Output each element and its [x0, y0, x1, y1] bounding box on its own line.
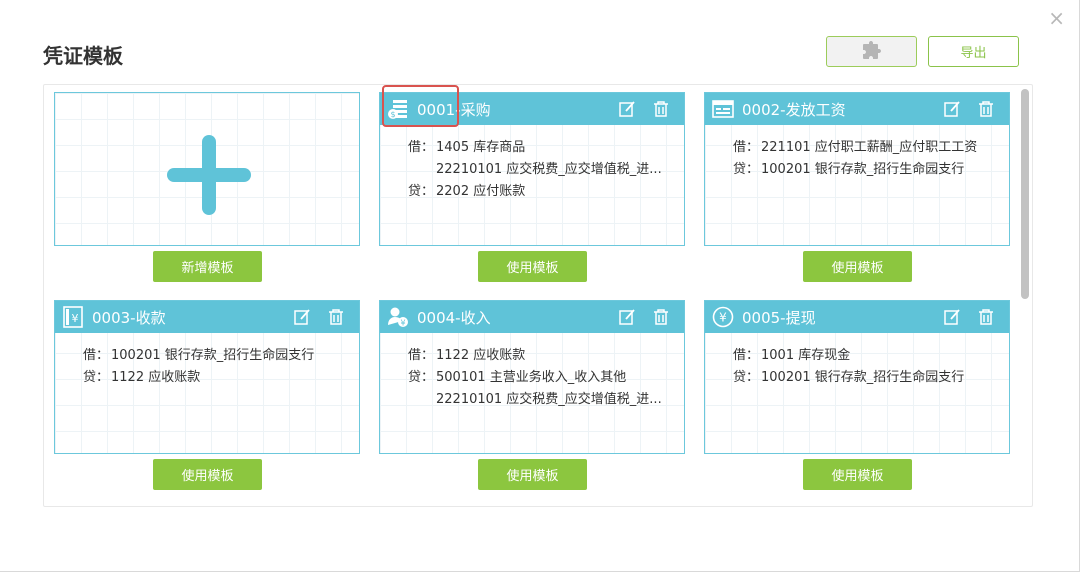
entry-label: 借：	[408, 140, 435, 155]
entry-label	[408, 159, 436, 181]
entry-line: 借： 1122 应收账款	[408, 345, 674, 367]
entry-text: 100201 银行存款_招行生命园支行	[761, 162, 965, 177]
entry-line: 贷： 2202 应付账款	[408, 181, 674, 203]
use-template-button[interactable]: 使用模板	[478, 459, 587, 490]
plugin-button[interactable]	[826, 36, 917, 67]
template-name[interactable]: 0002-发放工资	[742, 99, 941, 120]
edit-icon[interactable]	[616, 306, 638, 328]
delete-icon[interactable]	[650, 306, 672, 328]
entry-line: 借： 100201 银行存款_招行生命园支行	[83, 345, 349, 367]
delete-icon[interactable]	[975, 306, 997, 328]
entry-text: 1001 库存现金	[761, 348, 851, 363]
delete-icon[interactable]	[650, 98, 672, 120]
entry-text: 221101 应付职工薪酬_应付职工工资	[761, 140, 978, 155]
entry-label: 贷：	[408, 370, 435, 385]
highlight-box	[382, 85, 459, 127]
template-card-header: ¥ 0003-收款	[55, 301, 359, 333]
use-template-button[interactable]: 使用模板	[803, 251, 912, 282]
template-entries: 借： 1001 库存现金 贷： 100201 银行存款_招行生命园支行	[733, 345, 999, 389]
template-entries: 借： 100201 银行存款_招行生命园支行 贷： 1122 应收账款	[83, 345, 349, 389]
entry-label: 借：	[83, 348, 110, 363]
voucher-template-dialog: × 凭证模板 导出 新增模板 $ 0001-采购 借： 1405 库存商品 22…	[0, 0, 1080, 572]
template-card: ¥ 0003-收款 借： 100201 银行存款_招行生命园支行 贷： 1122 应…	[54, 300, 360, 454]
delete-icon[interactable]	[325, 306, 347, 328]
entry-line: 贷： 1122 应收账款	[83, 367, 349, 389]
svg-text:¥: ¥	[72, 312, 79, 325]
edit-icon[interactable]	[941, 306, 963, 328]
plus-icon-bar	[167, 168, 251, 182]
entry-text: 500101 主营业务收入_收入其他	[436, 370, 627, 385]
entry-text: 2202 应付账款	[436, 184, 526, 199]
entry-label	[408, 389, 436, 411]
template-card-header: ¥ 0004-收入	[380, 301, 684, 333]
entry-label: 借：	[733, 348, 760, 363]
template-card-header: 0002-发放工资	[705, 93, 1009, 125]
template-name[interactable]: 0003-收款	[92, 307, 291, 328]
scrollbar-track[interactable]	[1021, 85, 1029, 506]
puzzle-icon	[862, 40, 881, 59]
edit-icon[interactable]	[291, 306, 313, 328]
svg-text:¥: ¥	[719, 311, 727, 325]
template-name[interactable]: 0004-收入	[417, 307, 616, 328]
entry-text: 100201 银行存款_招行生命园支行	[111, 348, 315, 363]
entry-label: 借：	[408, 348, 435, 363]
template-card: 0002-发放工资 借： 221101 应付职工薪酬_应付职工工资 贷： 10020…	[704, 92, 1010, 246]
template-entries: 借： 1122 应收账款 贷： 500101 主营业务收入_收入其他 2221010…	[408, 345, 674, 411]
template-entries: 借： 221101 应付职工薪酬_应付职工工资 贷： 100201 银行存款_招行生…	[733, 137, 999, 181]
entry-line: 借： 1405 库存商品	[408, 137, 674, 159]
entry-line: 22210101 应交税费_应交增值税_进...	[408, 159, 674, 181]
scrollbar-thumb[interactable]	[1021, 89, 1029, 299]
yen-icon: ¥	[712, 306, 734, 328]
payroll-icon	[712, 98, 734, 120]
export-button[interactable]: 导出	[928, 36, 1019, 67]
entry-label: 借：	[733, 140, 760, 155]
entry-text: 22210101 应交税费_应交增值税_进...	[436, 162, 662, 177]
entry-text: 22210101 应交税费_应交增值税_进...	[436, 392, 662, 407]
entry-line: 22210101 应交税费_应交增值税_进...	[408, 389, 674, 411]
template-card: ¥ 0004-收入 借： 1122 应收账款 贷： 500101 主营业务收入_收入…	[379, 300, 685, 454]
template-card-header: ¥ 0005-提现	[705, 301, 1009, 333]
entry-line: 贷： 100201 银行存款_招行生命园支行	[733, 367, 999, 389]
template-entries: 借： 1405 库存商品 22210101 应交税费_应交增值税_进... 贷： 2…	[408, 137, 674, 203]
use-template-button[interactable]: 使用模板	[803, 459, 912, 490]
entry-line: 贷： 500101 主营业务收入_收入其他	[408, 367, 674, 389]
receipt-icon: ¥	[62, 306, 84, 328]
entry-line: 贷： 100201 银行存款_招行生命园支行	[733, 159, 999, 181]
page-title: 凭证模板	[43, 44, 123, 68]
edit-icon[interactable]	[941, 98, 963, 120]
income-icon: ¥	[387, 306, 409, 328]
use-template-button[interactable]: 使用模板	[153, 459, 262, 490]
entry-line: 借： 1001 库存现金	[733, 345, 999, 367]
entry-line: 借： 221101 应付职工薪酬_应付职工工资	[733, 137, 999, 159]
close-icon[interactable]: ×	[1048, 8, 1065, 28]
delete-icon[interactable]	[975, 98, 997, 120]
entry-text: 100201 银行存款_招行生命园支行	[761, 370, 965, 385]
entry-text: 1405 库存商品	[436, 140, 526, 155]
template-panel: 新增模板 $ 0001-采购 借： 1405 库存商品 22210101 应交税费…	[43, 84, 1033, 507]
template-name[interactable]: 0005-提现	[742, 307, 941, 328]
entry-label: 贷：	[408, 184, 435, 199]
use-template-button[interactable]: 使用模板	[478, 251, 587, 282]
entry-label: 贷：	[83, 370, 110, 385]
entry-text: 1122 应收账款	[111, 370, 201, 385]
entry-label: 贷：	[733, 162, 760, 177]
entry-label: 贷：	[733, 370, 760, 385]
entry-text: 1122 应收账款	[436, 348, 526, 363]
add-template-button[interactable]: 新增模板	[153, 251, 262, 282]
svg-text:¥: ¥	[400, 319, 405, 328]
edit-icon[interactable]	[616, 98, 638, 120]
add-template-card[interactable]	[54, 92, 360, 246]
template-card: ¥ 0005-提现 借： 1001 库存现金 贷： 100201 银行存款_招行生命…	[704, 300, 1010, 454]
